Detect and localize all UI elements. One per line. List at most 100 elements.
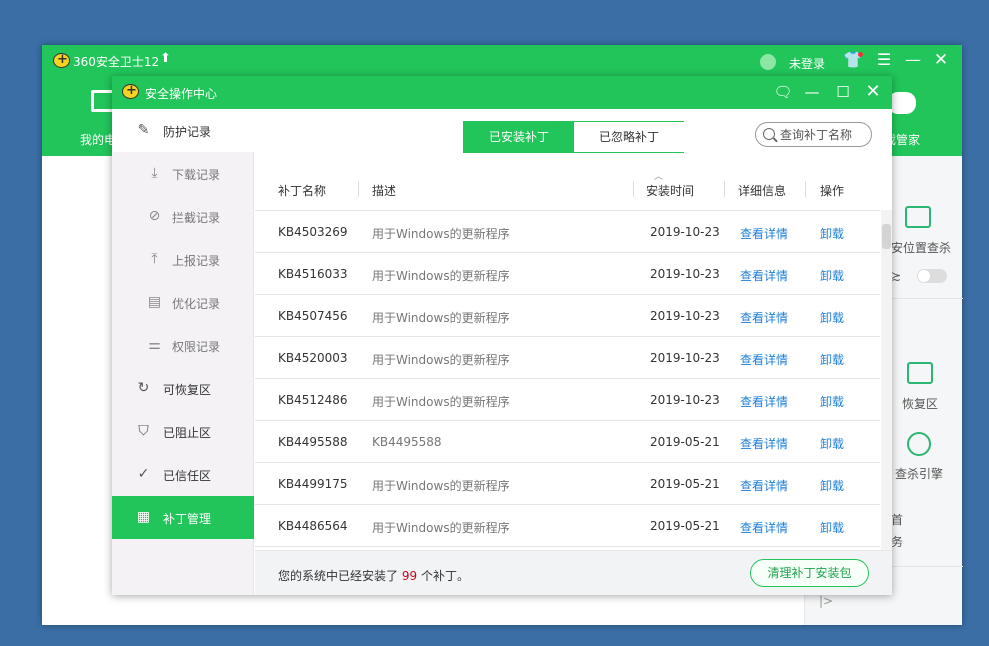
patch-table-body: KB4503269 用于Windows的更新程序 2019-10-23 查看详情… [255,210,880,550]
patch-name: KB4499175 [278,477,348,491]
sidebar-item-restore-area[interactable]: ↻ 可恢复区 [112,367,254,410]
sidebar-item-label: 权限记录 [172,340,221,354]
view-detail-link[interactable]: 查看详情 [740,309,788,326]
notification-dot [858,52,863,57]
scrollbar-thumb[interactable] [882,224,891,249]
table-row[interactable]: KB4520003 用于Windows的更新程序 2019-10-23 查看详情… [255,336,880,378]
view-detail-link[interactable]: 查看详情 [740,435,788,452]
patch-name: KB4495588 [278,435,348,449]
tab-ignored-patches[interactable]: 已忽略补丁 [574,122,684,152]
tab-installed-patches[interactable]: 已安装补丁 [464,122,574,152]
sidebar-item-blocked-area[interactable]: ⛉ 已阻止区 [112,410,254,453]
patch-name: KB4516033 [278,267,348,281]
expand-icon[interactable]: |> [819,594,833,608]
patch-desc: 用于Windows的更新程序 [372,269,510,283]
table-row[interactable]: KB4516033 用于Windows的更新程序 2019-10-23 查看详情… [255,252,880,294]
rp-tail-glyph: ≿ [891,269,902,283]
security-center-dialog: 安全操作中心 🗨 — ☐ ✕ ✎ 防护记录 ⤓ 下载记录 ⊘ 拦截记录 ⤒ 上报… [112,76,892,595]
sidebar-item-patch-management[interactable]: ▦ 补丁管理 [112,496,254,539]
nav-my-computer[interactable]: 我的电 [80,131,116,148]
table-row[interactable]: KB4507456 用于Windows的更新程序 2019-10-23 查看详情… [255,294,880,336]
upload-icon: ⤒ [151,251,158,267]
uninstall-link[interactable]: 卸载 [820,477,844,494]
uninstall-link[interactable]: 卸载 [820,267,844,284]
table-row[interactable]: KB4486564 用于Windows的更新程序 2019-05-21 查看详情… [255,504,880,546]
close-icon[interactable]: ✕ [862,81,884,103]
dialog-title: 安全操作中心 [145,87,218,101]
patch-desc: 用于Windows的更新程序 [372,227,510,241]
rp-restore-area[interactable]: 恢复区 [902,395,938,412]
sort-asc-icon: ︿ [654,172,664,182]
uninstall-link[interactable]: 卸载 [820,435,844,452]
rp-toggle[interactable] [917,269,947,283]
clean-patch-packages-button[interactable]: 清理补丁安装包 [750,559,869,587]
summary-suffix: 个补丁。 [420,569,469,583]
patch-footer: 您的系统中已经安装了 99 个补丁。 清理补丁安装包 [255,550,892,595]
rp-scan-location[interactable]: 安位置查杀 [891,239,951,256]
uninstall-link[interactable]: 卸载 [820,351,844,368]
view-detail-link[interactable]: 查看详情 [740,519,788,536]
patch-desc: 用于Windows的更新程序 [372,479,510,493]
install-date: 2019-10-23 [650,225,720,239]
edit-icon: ✎ [137,122,150,138]
gamepad-icon [888,92,916,114]
sidebar-item-label: 已阻止区 [163,426,212,440]
install-date: 2019-10-23 [650,309,720,323]
sidebar-item-optimize-log[interactable]: ▤ 优化记录 [112,281,254,324]
rp-item-4[interactable]: 首 [891,511,903,528]
col-detail: 详细信息 [738,184,787,198]
shield-check-icon: ✓ [137,466,150,482]
column-divider [724,181,725,197]
patch-desc: KB4495588 [372,435,442,449]
app-title: 360安全卫士12 [73,55,160,69]
uninstall-link[interactable]: 卸载 [820,309,844,326]
table-row[interactable]: KB4503269 用于Windows的更新程序 2019-10-23 查看详情… [255,210,880,252]
table-scrollbar[interactable] [881,210,892,550]
sidebar: ✎ 防护记录 ⤓ 下载记录 ⊘ 拦截记录 ⤒ 上报记录 ▤ 优化记录 ⚌ 权限记… [112,109,254,595]
search-input[interactable] [780,126,868,143]
sidebar-item-trusted-area[interactable]: ✓ 已信任区 [112,453,254,496]
sidebar-item-label: 优化记录 [172,297,221,311]
view-detail-link[interactable]: 查看详情 [740,225,788,242]
column-divider [633,181,634,197]
sidebar-item-protection-log[interactable]: ✎ 防护记录 [112,109,254,152]
minimize-icon[interactable]: — [801,81,823,103]
uninstall-link[interactable]: 卸载 [820,519,844,536]
maximize-icon[interactable]: ☐ [832,81,854,103]
sidebar-item-label: 补丁管理 [163,512,212,526]
sidebar-item-permission-log[interactable]: ⚌ 权限记录 [112,324,254,367]
avatar[interactable] [760,54,776,70]
table-row[interactable]: KB4499175 用于Windows的更新程序 2019-05-21 查看详情… [255,462,880,504]
col-install-time[interactable]: 安装时间 [646,182,694,199]
table-row[interactable]: KB4495588 KB4495588 2019-05-21 查看详情 卸载 [255,420,880,462]
view-detail-link[interactable]: 查看详情 [740,351,788,368]
rp-item-5[interactable]: 务 [891,533,903,550]
column-divider [805,181,806,197]
view-detail-link[interactable]: 查看详情 [740,393,788,410]
install-date: 2019-05-21 [650,477,720,491]
rp-scan-engine[interactable]: 查杀引擎 [895,465,943,482]
view-detail-link[interactable]: 查看详情 [740,477,788,494]
search-box[interactable] [755,122,872,147]
sidebar-item-block-log[interactable]: ⊘ 拦截记录 [112,195,254,238]
col-description[interactable]: 描述 [372,182,396,199]
table-row[interactable]: KB4512486 用于Windows的更新程序 2019-10-23 查看详情… [255,378,880,420]
patch-name: KB4503269 [278,225,348,239]
block-icon: ⊘ [148,208,161,224]
sidebar-item-download-log[interactable]: ⤓ 下载记录 [112,152,254,195]
install-date: 2019-10-23 [650,351,720,365]
upgrade-arrow-icon[interactable]: ⬆ [160,51,171,66]
dialog-titlebar: 安全操作中心 🗨 — ☐ ✕ [112,76,892,109]
view-detail-link[interactable]: 查看详情 [740,267,788,284]
install-date: 2019-10-23 [650,267,720,281]
minimize-icon[interactable]: — [902,49,924,71]
patch-desc: 用于Windows的更新程序 [372,353,510,367]
close-icon[interactable]: ✕ [930,49,952,71]
col-patch-name[interactable]: 补丁名称 [278,182,326,199]
menu-icon[interactable]: ☰ [873,49,895,71]
feedback-icon[interactable]: 🗨 [772,81,794,103]
sidebar-item-report-log[interactable]: ⤒ 上报记录 [112,238,254,281]
login-link[interactable]: 未登录 [789,55,825,72]
uninstall-link[interactable]: 卸载 [820,225,844,242]
uninstall-link[interactable]: 卸载 [820,393,844,410]
